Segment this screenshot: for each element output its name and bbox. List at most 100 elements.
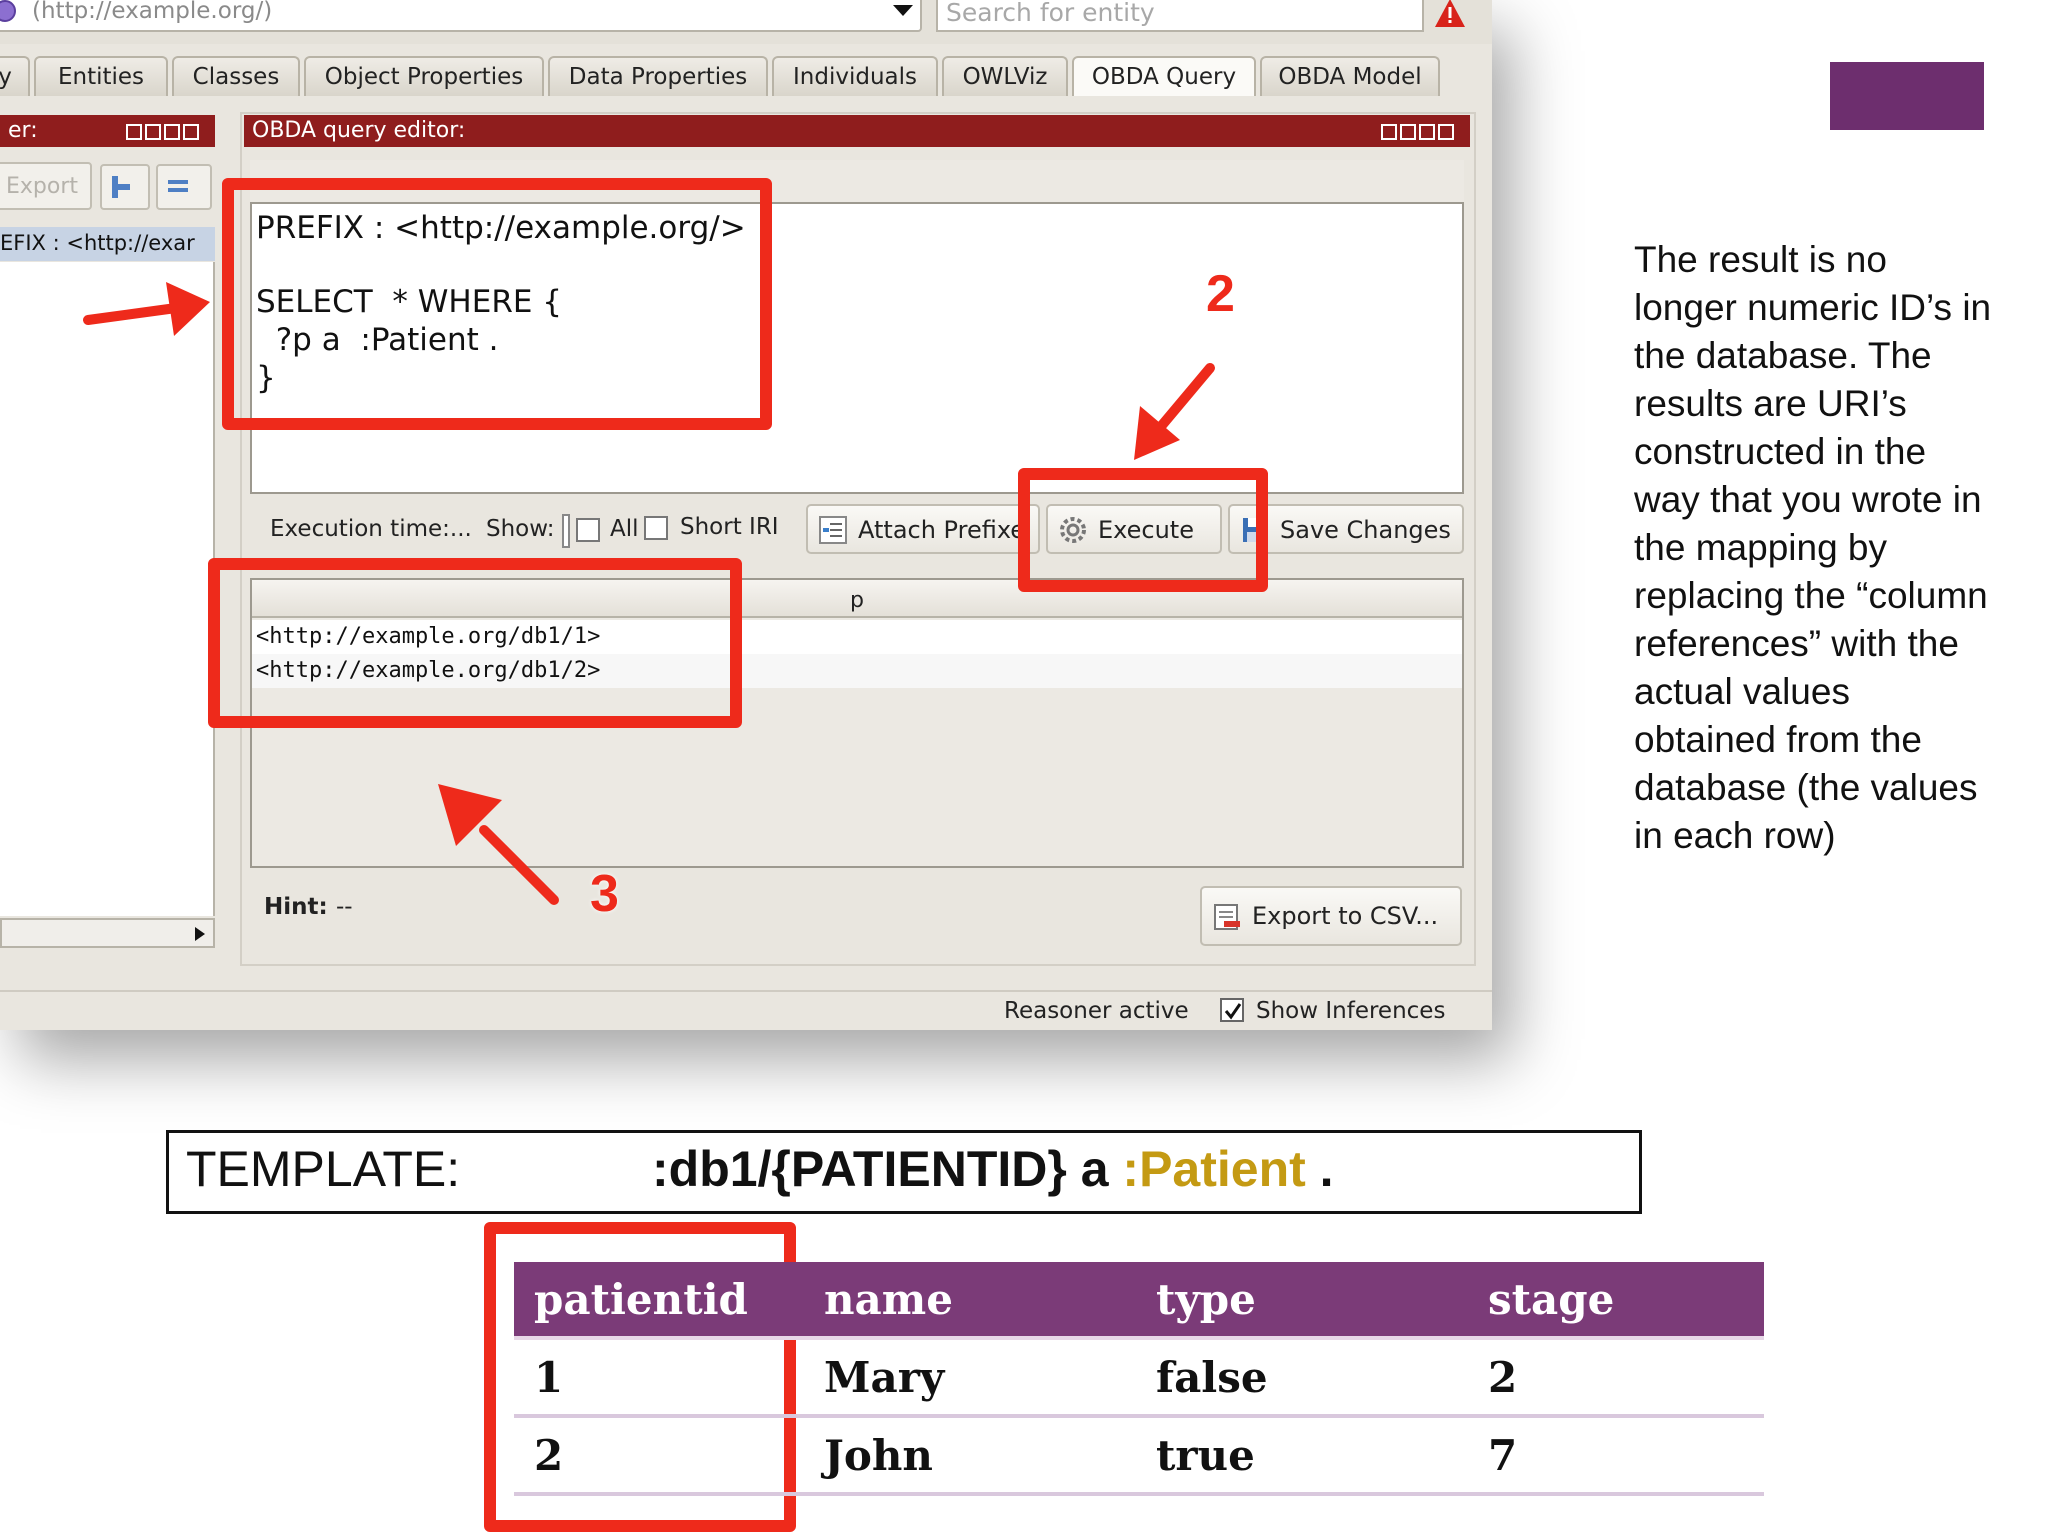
tab-label: y xyxy=(0,64,12,90)
prefix-list[interactable] xyxy=(0,262,215,916)
show-label: Show: xyxy=(486,516,555,542)
table-cell: Mary xyxy=(804,1338,1136,1418)
results-column-name: p xyxy=(850,588,864,613)
remove-icon xyxy=(168,180,188,192)
search-entity-input[interactable]: Search for entity xyxy=(936,0,1424,32)
editor-panel-title: OBDA query editor: xyxy=(252,118,466,143)
horizontal-scrollbar[interactable] xyxy=(0,918,215,948)
hint-label: Hint: xyxy=(264,894,328,920)
tab-individuals[interactable]: Individuals xyxy=(772,56,938,96)
add-icon xyxy=(112,176,130,198)
tab-object-properties[interactable]: Object Properties xyxy=(304,56,544,96)
minimize-icon[interactable] xyxy=(1400,124,1416,140)
tab-label: Entities xyxy=(57,64,145,90)
table-row: 1 Mary false 2 xyxy=(514,1338,1764,1418)
table-cell: 7 xyxy=(1468,1416,1764,1496)
column-header: patientid xyxy=(514,1262,804,1340)
export-csv-label: Export to CSV... xyxy=(1252,902,1439,930)
arrow-icon xyxy=(438,784,559,905)
editor-panel-header: OBDA query editor: xyxy=(244,115,1470,147)
prefix-panel-header: er: xyxy=(0,115,215,147)
export-button[interactable]: Export xyxy=(0,162,92,210)
hint-value: -- xyxy=(336,894,353,920)
tab-data-properties[interactable]: Data Properties xyxy=(548,56,768,96)
slide-accent xyxy=(1830,62,1984,130)
arrow-icon xyxy=(83,282,210,336)
tab-obda-query[interactable]: OBDA Query xyxy=(1072,56,1256,96)
table-cell: false xyxy=(1136,1338,1468,1418)
show-inferences-checkbox[interactable] xyxy=(1220,998,1244,1022)
split-icon[interactable] xyxy=(1381,124,1397,140)
slide-description: The result is no longer numeric ID’s in … xyxy=(1634,239,1992,856)
panel-window-buttons xyxy=(123,121,209,140)
add-prefix-button[interactable] xyxy=(100,164,150,210)
table-row: 2 John true 7 xyxy=(514,1416,1764,1496)
tab-label: OBDA Model xyxy=(1278,64,1422,90)
tab-label: Individuals xyxy=(793,64,917,90)
template-prefix: :db1/{PATIENTID} a xyxy=(652,1141,1123,1197)
export-csv-icon xyxy=(1214,904,1240,930)
scroll-right-icon[interactable] xyxy=(189,924,209,944)
tab-partial[interactable]: y xyxy=(0,56,30,96)
highlight-execute-box xyxy=(1018,468,1268,592)
column-header: name xyxy=(804,1262,1136,1340)
tab-entities[interactable]: Entities xyxy=(34,56,168,96)
show-inferences-label: Show Inferences xyxy=(1256,998,1446,1024)
ontology-uri-value: (http://example.org/) xyxy=(32,0,273,24)
patient-db-table: patientid name type stage 1 Mary false 2… xyxy=(514,1262,1764,1496)
template-label: TEMPLATE: xyxy=(186,1141,461,1197)
panel-window-buttons xyxy=(1378,121,1464,140)
tab-obda-model[interactable]: OBDA Model xyxy=(1260,56,1440,96)
close-icon[interactable] xyxy=(1438,124,1454,140)
split-icon[interactable] xyxy=(126,124,142,140)
tab-label: OWLViz xyxy=(962,64,1048,90)
all-label: All xyxy=(610,516,639,542)
tab-label: OBDA Query xyxy=(1091,64,1237,90)
annotation-number-2: 2 xyxy=(1206,265,1235,323)
annotation-number-3: 3 xyxy=(590,865,619,923)
arrow-icon xyxy=(1134,363,1215,460)
export-label: Export xyxy=(6,174,79,199)
warning-icon[interactable] xyxy=(1434,0,1466,28)
attach-prefixes-button[interactable]: Attach Prefixe xyxy=(806,504,1040,554)
table-cell: 2 xyxy=(514,1416,804,1496)
table-cell: 2 xyxy=(1468,1338,1764,1418)
execution-time-label: Execution time:... xyxy=(270,516,472,542)
maximize-icon[interactable] xyxy=(1419,124,1435,140)
highlight-results-box xyxy=(208,558,742,728)
short-iri-checkbox[interactable] xyxy=(644,516,668,540)
prefix-panel-title: er: xyxy=(8,118,38,143)
prefix-text: EFIX : <http://exar xyxy=(0,231,195,255)
attach-prefix-icon xyxy=(819,516,847,544)
reasoner-status: Reasoner active xyxy=(1004,998,1189,1024)
tab-label: Data Properties xyxy=(568,64,748,90)
chevron-down-icon[interactable] xyxy=(890,0,916,20)
show-separator xyxy=(562,514,570,548)
column-header: stage xyxy=(1468,1262,1764,1340)
protege-window: (http://example.org/) Search for entity … xyxy=(0,0,1492,1030)
ontology-uri-combo[interactable]: (http://example.org/) xyxy=(0,0,922,32)
checkmark-icon xyxy=(1224,1003,1242,1020)
short-iri-label: Short IRI xyxy=(680,514,779,540)
template-suffix: . xyxy=(1305,1141,1334,1197)
minimize-icon[interactable] xyxy=(145,124,161,140)
all-checkbox[interactable] xyxy=(576,518,600,542)
maximize-icon[interactable] xyxy=(164,124,180,140)
table-cell: John xyxy=(804,1416,1136,1496)
tab-label: Classes xyxy=(192,64,280,90)
close-icon[interactable] xyxy=(183,124,199,140)
remove-prefix-button[interactable] xyxy=(156,164,212,210)
table-cell: 1 xyxy=(514,1338,804,1418)
attach-prefix-label: Attach Prefixe xyxy=(858,516,1026,544)
template-class: :Patient xyxy=(1122,1141,1306,1197)
tab-label: Object Properties xyxy=(324,64,524,90)
table-header-row: patientid name type stage xyxy=(514,1262,1764,1340)
template-expression: :db1/{PATIENTID} a :Patient . xyxy=(652,1140,1334,1198)
prefix-list-item[interactable]: EFIX : <http://exar xyxy=(0,227,215,261)
save-changes-label: Save Changes xyxy=(1280,516,1451,544)
column-header: type xyxy=(1136,1262,1468,1340)
tab-owlviz[interactable]: OWLViz xyxy=(942,56,1068,96)
export-csv-button[interactable]: Export to CSV... xyxy=(1200,886,1462,946)
tab-classes[interactable]: Classes xyxy=(172,56,300,96)
search-placeholder: Search for entity xyxy=(946,0,1155,27)
